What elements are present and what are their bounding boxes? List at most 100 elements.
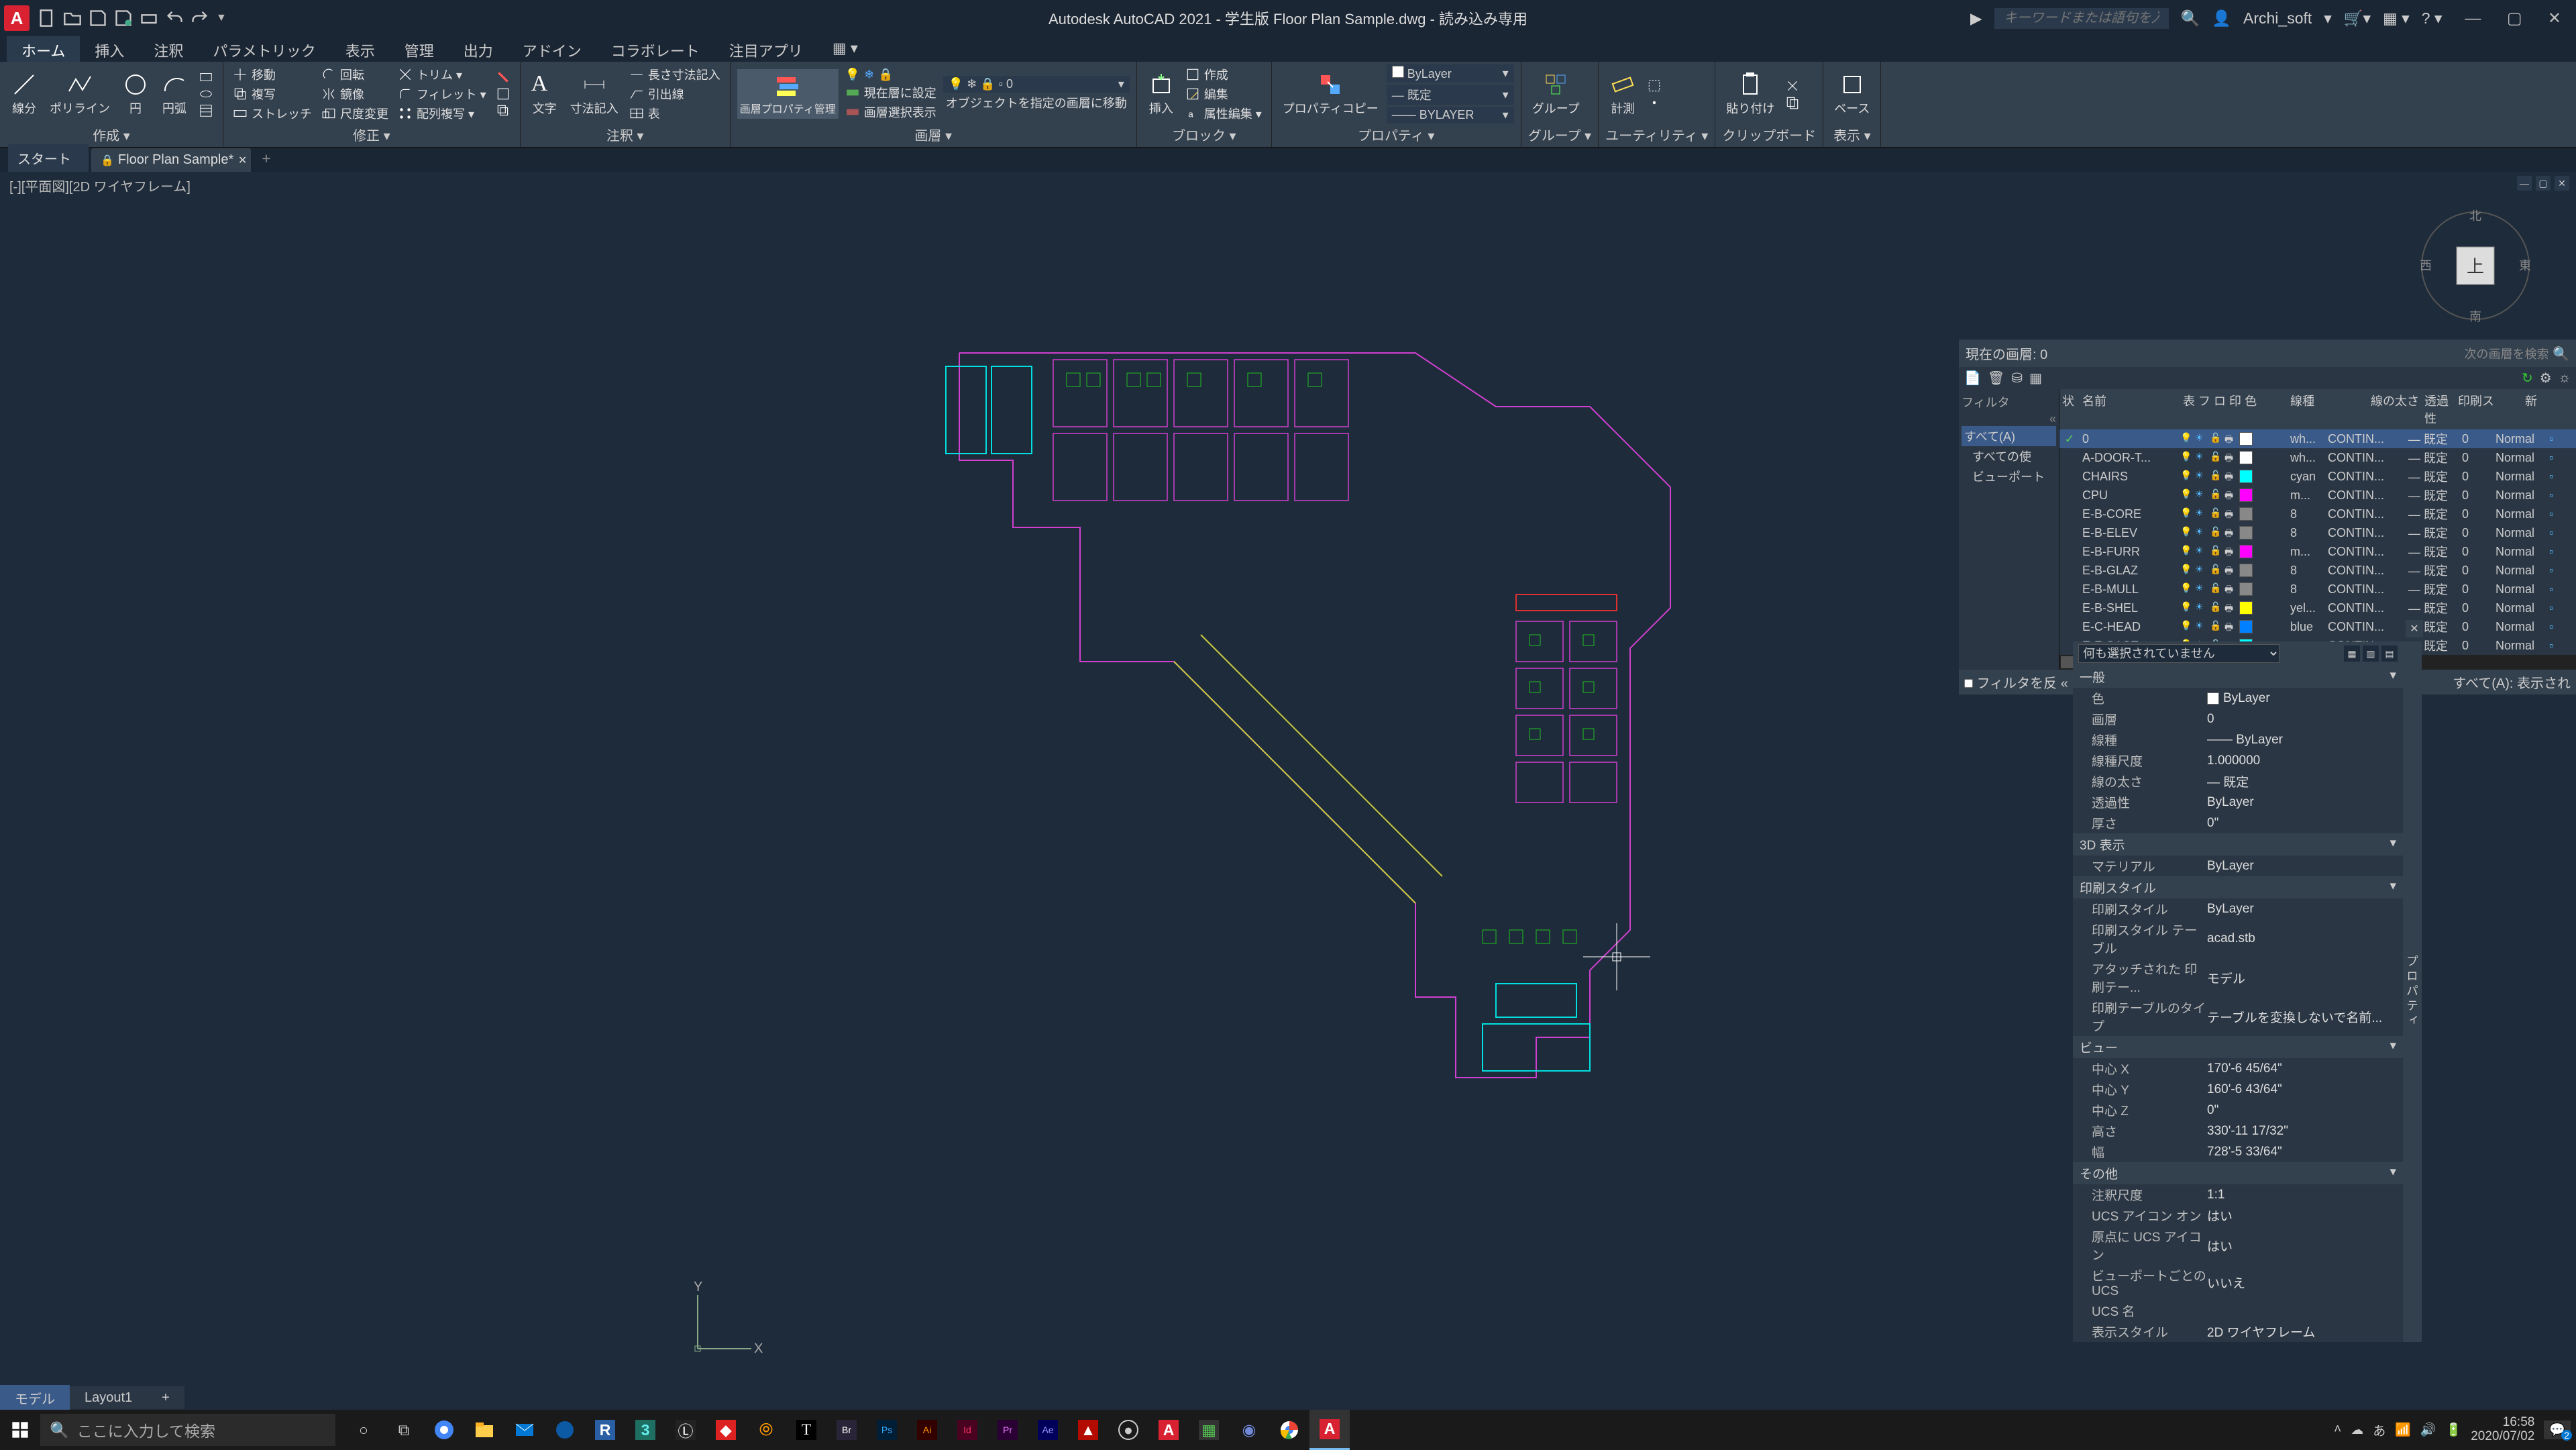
tab-extra-icon[interactable]: ▦ ▾ bbox=[818, 36, 873, 62]
edge-icon[interactable] bbox=[545, 1410, 585, 1450]
layer-states-icon[interactable]: ⛁ bbox=[2011, 370, 2023, 386]
polyline-button[interactable]: ポリライン bbox=[46, 70, 114, 118]
stretch-button[interactable]: ストレッチ bbox=[230, 104, 315, 123]
taskbar-search[interactable]: 🔍 ここに入力して検索 bbox=[40, 1414, 335, 1446]
props-row[interactable]: UCS アイコン オンはい bbox=[2073, 1205, 2403, 1226]
paste-button[interactable]: 貼り付け bbox=[1722, 70, 1778, 118]
copy-clip-icon[interactable] bbox=[1782, 95, 1803, 111]
ucs-icon[interactable]: Y X bbox=[684, 1282, 765, 1362]
layer-row[interactable]: ✓ 0 💡☀🔓🖶 wh... CONTIN... — 既定 0 Normal ▫ bbox=[2059, 429, 2576, 448]
close-tab-icon[interactable]: ✕ bbox=[238, 154, 247, 167]
layer-row[interactable]: E-B-MULL 💡☀🔓🖶 8 CONTIN... — 既定 0 Normal … bbox=[2059, 580, 2576, 599]
block-edit-button[interactable]: 編集 bbox=[1183, 85, 1265, 103]
props-row[interactable]: 色 ByLayer bbox=[2073, 688, 2403, 709]
properties-selector[interactable]: 何も選択されていません bbox=[2078, 644, 2279, 663]
layer-row[interactable]: E-B-CORE 💡☀🔓🖶 8 CONTIN... — 既定 0 Normal … bbox=[2059, 505, 2576, 523]
tab-featured[interactable]: 注目アプリ bbox=[714, 36, 818, 62]
props-row[interactable]: 画層0 bbox=[2073, 709, 2403, 729]
redo-icon[interactable] bbox=[191, 9, 209, 28]
new-icon[interactable] bbox=[38, 9, 56, 28]
open-icon[interactable] bbox=[63, 9, 82, 28]
offset-icon[interactable] bbox=[493, 103, 513, 119]
mail-icon[interactable] bbox=[504, 1410, 545, 1450]
illustrator-icon[interactable]: Ai bbox=[907, 1410, 947, 1450]
tab-addins[interactable]: アドイン bbox=[508, 36, 596, 62]
qat-dropdown-icon[interactable]: ▼ bbox=[216, 9, 235, 28]
color-dropdown[interactable]: ByLayer▾ bbox=[1387, 64, 1514, 83]
close-button[interactable]: ✕ bbox=[2537, 9, 2572, 28]
cut-icon[interactable] bbox=[1782, 78, 1803, 94]
tree-used[interactable]: すべての使 bbox=[1962, 446, 2056, 466]
layer-new-icon[interactable]: 📄 bbox=[1964, 370, 1981, 386]
props-row[interactable]: 線の太さ— 既定 bbox=[2073, 771, 2403, 792]
layer-row[interactable]: CHAIRS 💡☀🔓🖶 cyan CONTIN... — 既定 0 Normal… bbox=[2059, 467, 2576, 486]
insert-block-button[interactable]: 挿入 bbox=[1144, 70, 1179, 118]
scale-button[interactable]: 尺度変更 bbox=[319, 104, 391, 123]
vp-minimize-icon[interactable]: — bbox=[2517, 176, 2532, 191]
props-section-header[interactable]: 3D 表示▾ bbox=[2073, 833, 2403, 856]
linear-dim-button[interactable]: 長さ寸法記入 bbox=[627, 65, 723, 84]
attribute-edit-button[interactable]: a属性編集 ▾ bbox=[1183, 104, 1265, 123]
props-row[interactable]: 表示スタイル2D ワイヤフレーム bbox=[2073, 1321, 2403, 1342]
blender-icon[interactable]: ⦾ bbox=[746, 1410, 786, 1450]
layer-row[interactable]: E-B-FURR 💡☀🔓🖶 m... CONTIN... — 既定 0 Norm… bbox=[2059, 542, 2576, 561]
chrome2-icon[interactable] bbox=[1269, 1410, 1309, 1450]
tab-output[interactable]: 出力 bbox=[449, 36, 508, 62]
3dsmax-icon[interactable]: 3 bbox=[625, 1410, 665, 1450]
user-name[interactable]: Archi_soft bbox=[2243, 9, 2312, 28]
props-row[interactable]: 線種—— ByLayer bbox=[2073, 729, 2403, 750]
tray-onedrive-icon[interactable]: ☁ bbox=[2351, 1422, 2363, 1438]
props-row[interactable]: 印刷スタイル テーブルacad.stb bbox=[2073, 919, 2403, 958]
linetype-dropdown[interactable]: —— BYLAYER▾ bbox=[1387, 107, 1514, 123]
props-row[interactable]: 原点に UCS アイコンはい bbox=[2073, 1226, 2403, 1265]
user-icon[interactable]: 👤 bbox=[2212, 9, 2231, 28]
autocad-tb-icon[interactable]: A bbox=[1148, 1410, 1189, 1450]
tray-wifi-icon[interactable]: 📶 bbox=[2395, 1422, 2411, 1438]
props-section-header[interactable]: ビュー▾ bbox=[2073, 1036, 2403, 1058]
mirror-button[interactable]: 鏡像 bbox=[319, 85, 391, 103]
cart-icon[interactable]: 🛒▾ bbox=[2344, 9, 2371, 28]
revit-icon[interactable]: R bbox=[585, 1410, 625, 1450]
circle-button[interactable]: 円 bbox=[118, 70, 153, 118]
explorer-icon[interactable] bbox=[464, 1410, 504, 1450]
arc-button[interactable]: 円弧 bbox=[157, 70, 192, 118]
taskview-icon[interactable]: ⧉ bbox=[384, 1410, 424, 1450]
obs-icon[interactable]: ● bbox=[1108, 1410, 1148, 1450]
layer-refresh-icon[interactable]: ↻ bbox=[2522, 370, 2533, 386]
tab-insert[interactable]: 挿入 bbox=[80, 36, 139, 62]
match-layer-button[interactable]: オブジェクトを指定の画層に移動 bbox=[943, 93, 1130, 112]
tray-notifications[interactable]: 💬2 bbox=[2544, 1420, 2571, 1439]
app-switcher-icon[interactable]: ▦ ▾ bbox=[2383, 9, 2410, 28]
search-trigger-icon[interactable]: ▶ bbox=[1970, 9, 1982, 28]
save-icon[interactable] bbox=[89, 9, 107, 28]
copy-button[interactable]: 複写 bbox=[230, 85, 315, 103]
aftereffects-icon[interactable]: Ae bbox=[1028, 1410, 1068, 1450]
props-row[interactable]: 注釈尺度1:1 bbox=[2073, 1184, 2403, 1205]
measure-button[interactable]: 計測 bbox=[1605, 70, 1640, 118]
props-section-header[interactable]: 一般▾ bbox=[2073, 666, 2403, 688]
props-row[interactable]: UCS 名 bbox=[2073, 1300, 2403, 1321]
props-row[interactable]: 印刷スタイルByLayer bbox=[2073, 898, 2403, 919]
props-section-header[interactable]: 印刷スタイル▾ bbox=[2073, 876, 2403, 898]
tray-chevron-icon[interactable]: ˄ bbox=[2334, 1422, 2341, 1437]
fillet-button[interactable]: フィレット ▾ bbox=[395, 85, 489, 103]
tray-battery-icon[interactable]: 🔋 bbox=[2446, 1422, 2462, 1438]
props-more-icon[interactable]: ▤ bbox=[2381, 645, 2398, 662]
layer-dropdown[interactable]: 💡 ❄ 🔒 ▫ 0 ▾ bbox=[943, 76, 1130, 93]
help-search-input[interactable] bbox=[1994, 8, 2169, 29]
props-row[interactable]: 厚さ0" bbox=[2073, 813, 2403, 833]
bridge-icon[interactable]: Br bbox=[826, 1410, 867, 1450]
ellipse-button[interactable] bbox=[196, 86, 216, 102]
props-row[interactable]: 高さ330'-11 17/32" bbox=[2073, 1121, 2403, 1141]
leader-button[interactable]: 引出線 bbox=[627, 85, 723, 103]
properties-close-icon[interactable]: ✕ bbox=[2406, 620, 2423, 637]
props-row[interactable]: 幅728'-5 33/64" bbox=[2073, 1141, 2403, 1162]
dimension-button[interactable]: 寸法記入 bbox=[566, 70, 623, 118]
group-button[interactable]: グループ bbox=[1528, 70, 1584, 118]
lineweight-dropdown[interactable]: — 既定▾ bbox=[1387, 85, 1514, 105]
layers-search-icon[interactable]: 🔍 bbox=[2553, 347, 2569, 362]
block-create-button[interactable]: 作成 bbox=[1183, 65, 1265, 84]
rectangle-button[interactable] bbox=[196, 69, 216, 85]
tab-parametric[interactable]: パラメトリック bbox=[198, 36, 330, 62]
layer-filter-icon[interactable]: ▦ bbox=[2029, 370, 2042, 386]
